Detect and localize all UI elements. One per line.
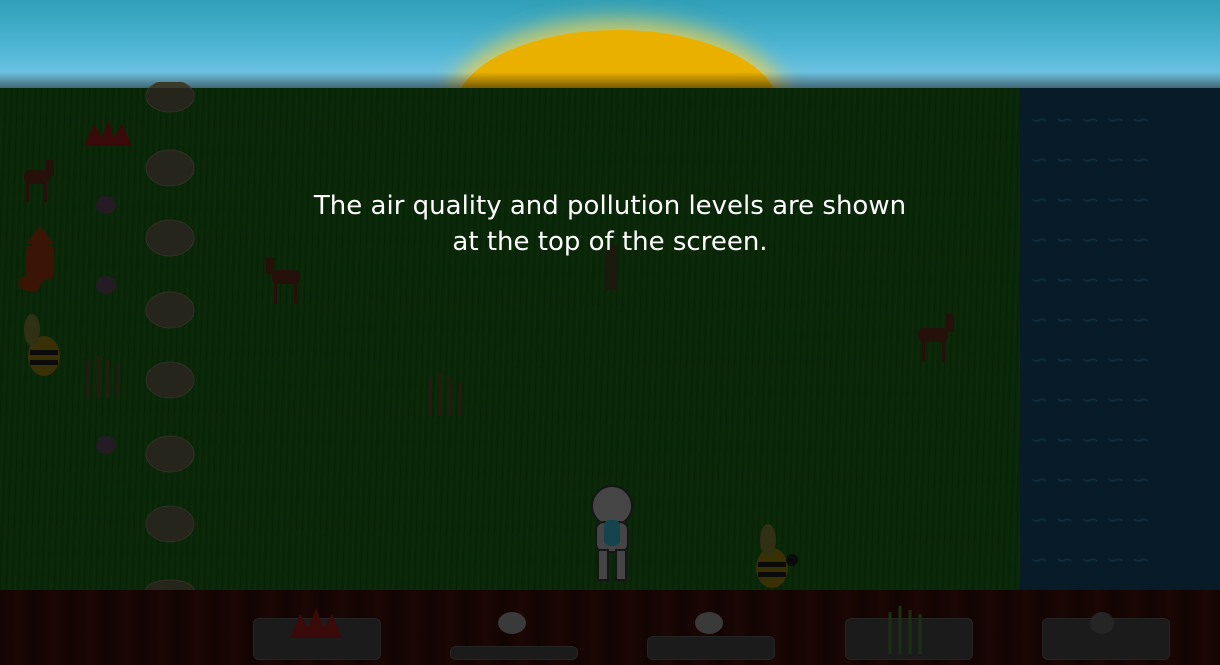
- item-toolbar: [0, 590, 1220, 665]
- flower-icon[interactable]: [96, 436, 116, 454]
- sheep-icon: [695, 612, 723, 634]
- water-area: ∽ ∽ ∽ ∽ ∽ ∽ ∽ ∽ ∽ ∽ ∽ ∽ ∽ ∽ ∽ ∽ ∽ ∽ ∽ ∽ …: [1020, 88, 1220, 590]
- flower-icon[interactable]: [96, 196, 116, 214]
- flower-icon: [290, 608, 342, 638]
- cactus-icon[interactable]: [78, 350, 134, 402]
- fox-icon[interactable]: [14, 224, 66, 296]
- deer-icon[interactable]: [262, 252, 318, 308]
- toolbar-slot-sheep[interactable]: [450, 646, 578, 660]
- bee-icon[interactable]: [14, 310, 70, 378]
- cactus-icon[interactable]: [420, 368, 476, 420]
- deer-icon[interactable]: [14, 152, 64, 208]
- flower-icon[interactable]: [80, 116, 136, 156]
- cactus-icon: [888, 606, 922, 654]
- player-astronaut-icon[interactable]: [584, 484, 640, 584]
- game-scene[interactable]: ∽ ∽ ∽ ∽ ∽ ∽ ∽ ∽ ∽ ∽ ∽ ∽ ∽ ∽ ∽ ∽ ∽ ∽ ∽ ∽ …: [0, 0, 1220, 665]
- bee-icon[interactable]: [748, 524, 804, 592]
- sheep-icon: [498, 612, 526, 634]
- toolbar-slot-sheep-2[interactable]: [647, 636, 775, 660]
- tutorial-message: The air quality and pollution levels are…: [313, 191, 907, 257]
- deer-icon[interactable]: [908, 310, 964, 366]
- shrub-column: [145, 82, 195, 592]
- stone-icon: [1090, 612, 1114, 634]
- flower-icon[interactable]: [96, 276, 116, 294]
